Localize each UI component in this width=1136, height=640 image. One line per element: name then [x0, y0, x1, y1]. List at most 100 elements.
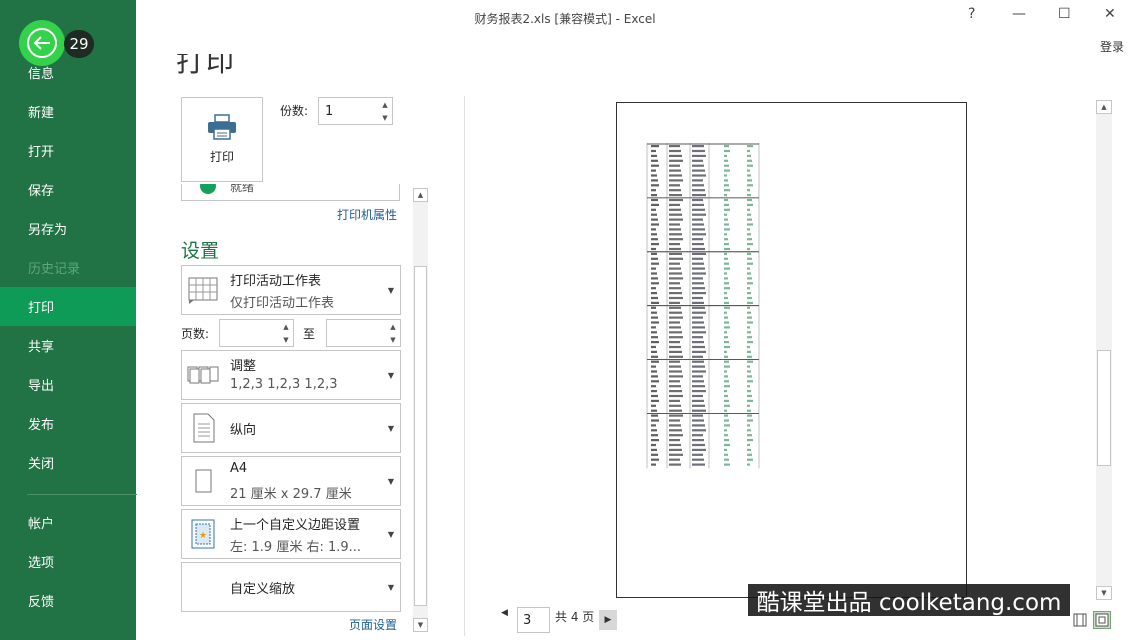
preview-cell: [747, 277, 752, 280]
step-down-icon[interactable]: ▼: [378, 111, 392, 124]
preview-cell: [724, 321, 729, 324]
next-page-button[interactable]: ▶: [599, 610, 617, 630]
preview-cell: [747, 409, 751, 412]
preview-cell: [651, 380, 659, 383]
margins-dropdown[interactable]: ★ 上一个自定义边距设置 左: 1.9 厘米 右: 1.9... ▼: [181, 509, 401, 559]
nav-item-open[interactable]: 打开: [0, 131, 136, 170]
step-down-icon[interactable]: ▼: [279, 333, 293, 346]
nav-item-publish[interactable]: 发布: [0, 404, 136, 443]
help-button[interactable]: ?: [968, 6, 975, 22]
preview-cell: [747, 159, 752, 162]
scroll-up-icon[interactable]: ▲: [413, 188, 428, 202]
maximize-button[interactable]: ☐: [1058, 6, 1071, 22]
preview-cell: [651, 365, 656, 368]
page-setup-link[interactable]: 页面设置: [349, 616, 397, 633]
step-up-icon[interactable]: ▲: [378, 98, 392, 111]
orientation-title: 纵向: [230, 423, 257, 438]
pages-from-stepper[interactable]: ▲ ▼: [279, 320, 293, 346]
preview-cell: [692, 409, 706, 412]
preview-cell: [747, 189, 750, 192]
scaling-dropdown[interactable]: 自定义缩放 ▼: [181, 562, 401, 612]
preview-cell: [747, 306, 750, 309]
chevron-down-icon: ▼: [387, 477, 394, 486]
step-down-icon[interactable]: ▼: [386, 333, 400, 346]
preview-cell: [724, 282, 729, 285]
preview-cell: [651, 360, 659, 363]
preview-cell: [724, 404, 730, 407]
print-button[interactable]: 打印: [181, 97, 263, 182]
preview-cell: [692, 306, 705, 309]
show-margins-button[interactable]: [1071, 611, 1089, 629]
copies-stepper[interactable]: ▲ ▼: [378, 98, 392, 124]
preview-cell: [747, 443, 750, 447]
preview-cell: [747, 326, 750, 329]
nav-item-new[interactable]: 新建: [0, 92, 136, 131]
copies-input[interactable]: 1 ▲ ▼: [318, 97, 393, 125]
orientation-dropdown[interactable]: 纵向 ▼: [181, 403, 401, 453]
preview-cell: [692, 203, 704, 206]
preview-cell: [692, 243, 704, 246]
preview-cell: [651, 429, 657, 432]
preview-cell: [669, 399, 680, 402]
chevron-down-icon: ▼: [387, 583, 394, 592]
nav-item-feedback[interactable]: 反馈: [0, 581, 136, 620]
pages-to-stepper[interactable]: ▲ ▼: [386, 320, 400, 346]
paper-size-dropdown[interactable]: A4 21 厘米 x 29.7 厘米 ▼: [181, 456, 401, 506]
nav-item-save[interactable]: 保存: [0, 170, 136, 209]
nav-item-options[interactable]: 选项: [0, 542, 136, 581]
preview-cell: [692, 448, 706, 451]
preview-cell: [651, 145, 659, 148]
preview-cell: [669, 301, 680, 304]
preview-cell: [724, 380, 729, 383]
scrollbar-thumb[interactable]: [414, 266, 427, 606]
preview-cell: [724, 154, 727, 157]
close-button[interactable]: ✕: [1104, 6, 1116, 22]
preview-cell: [724, 267, 730, 270]
preview-cell: [669, 380, 680, 383]
preview-cell: [747, 194, 751, 197]
login-link[interactable]: 登录: [1100, 38, 1124, 55]
preview-cell: [651, 262, 659, 265]
zoom-to-page-button[interactable]: [1093, 611, 1111, 629]
preview-cell: [651, 198, 658, 202]
preview-cell: [651, 414, 658, 417]
nav-item-print[interactable]: 打印: [0, 287, 136, 326]
nav-item-close[interactable]: 关闭: [0, 443, 136, 482]
preview-scrollbar[interactable]: ▲ ▼: [1096, 100, 1112, 600]
scroll-up-icon[interactable]: ▲: [1096, 100, 1112, 114]
printer-properties-link[interactable]: 打印机属性: [337, 206, 397, 223]
preview-cell: [724, 350, 727, 353]
nav-item-share[interactable]: 共享: [0, 326, 136, 365]
preview-cell: [651, 345, 656, 349]
margins-subtitle: 左: 1.9 厘米 右: 1.9...: [230, 540, 362, 555]
nav-item-export[interactable]: 导出: [0, 365, 136, 404]
scroll-down-icon[interactable]: ▼: [413, 618, 428, 632]
minimize-button[interactable]: —: [1012, 6, 1026, 22]
preview-cell: [747, 262, 753, 265]
preview-cell: [724, 306, 730, 309]
pages-from-input[interactable]: ▲ ▼: [219, 319, 294, 347]
step-up-icon[interactable]: ▲: [279, 320, 293, 333]
print-scope-dropdown[interactable]: 打印活动工作表 仅打印活动工作表 ▼: [181, 265, 401, 315]
settings-scrollbar[interactable]: ▲ ▼: [413, 188, 428, 632]
scroll-down-icon[interactable]: ▼: [1096, 586, 1112, 600]
preview-cell: [651, 463, 656, 466]
nav-item-account[interactable]: 帐户: [0, 503, 136, 542]
paper-size-title: A4: [230, 461, 248, 476]
collate-dropdown[interactable]: 调整 1,2,3 1,2,3 1,2,3 ▼: [181, 350, 401, 400]
printer-status: 就绪: [230, 184, 255, 194]
pages-to-label: 至: [303, 327, 316, 341]
scrollbar-thumb[interactable]: [1097, 350, 1111, 466]
nav-item-save-as[interactable]: 另存为: [0, 209, 136, 248]
printer-selector[interactable]: 就绪: [181, 184, 400, 201]
preview-cell: [669, 316, 683, 319]
preview-cell: [724, 453, 728, 456]
pages-to-input[interactable]: ▲ ▼: [326, 319, 401, 347]
step-up-icon[interactable]: ▲: [386, 320, 400, 333]
pages-label: 页数:: [181, 327, 210, 341]
preview-cell: [692, 208, 705, 211]
preview-cell: [651, 247, 656, 251]
nav-item-info[interactable]: 信息: [0, 53, 136, 92]
current-page-input[interactable]: 3: [517, 607, 550, 633]
prev-page-button[interactable]: ◀: [501, 608, 508, 618]
